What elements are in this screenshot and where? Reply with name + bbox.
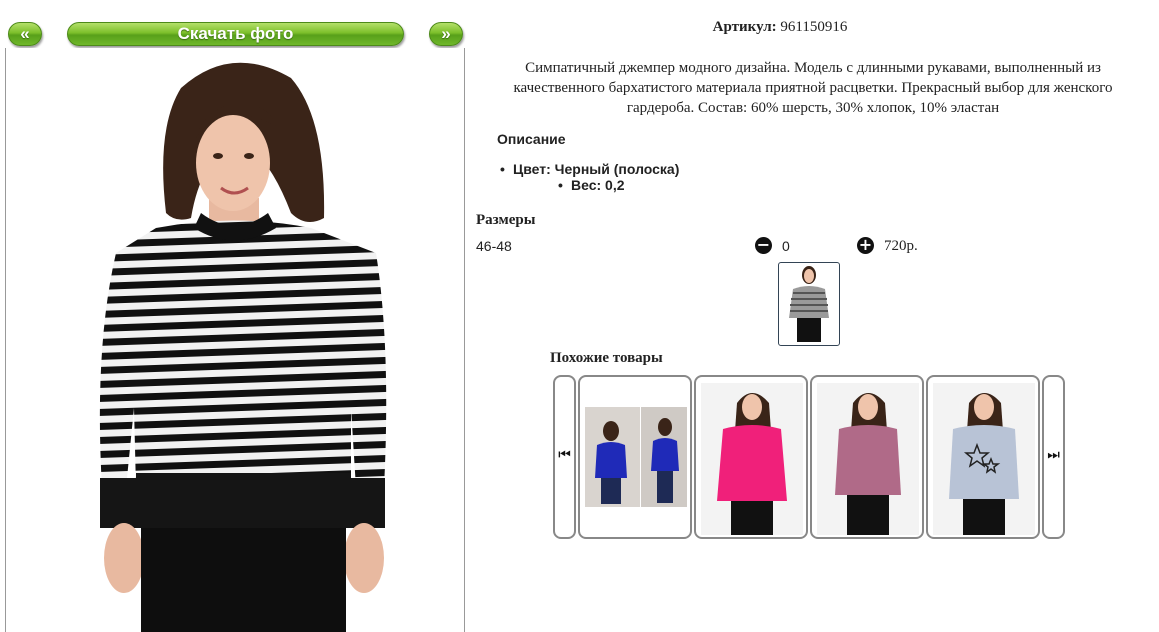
similar-product-card[interactable]: [694, 375, 808, 539]
skip-previous-icon: ⏮: [558, 447, 571, 463]
sizes-heading: Размеры: [476, 212, 536, 228]
similar-product-card[interactable]: [926, 375, 1040, 539]
model-striped-sweater-image: [99, 62, 387, 632]
carousel-next-button[interactable]: ⏭: [1042, 375, 1065, 539]
price-value: 720р.: [884, 238, 918, 254]
product-description: Симпатичный джемпер модного дизайна. Мод…: [513, 60, 1113, 116]
article-value: 961150916: [780, 19, 848, 35]
article-line: Артикул: 961150916: [560, 19, 1000, 36]
minus-icon[interactable]: −: [755, 237, 772, 254]
description-heading: Описание: [497, 131, 566, 147]
similar-product-image: [585, 407, 687, 507]
similar-product-image: [701, 383, 803, 535]
plus-icon[interactable]: +: [857, 237, 874, 254]
color-variant-thumbnail[interactable]: [778, 262, 840, 346]
similar-product-image: [933, 383, 1035, 535]
quantity-value: 0: [782, 238, 790, 254]
next-photo-button[interactable]: »: [429, 22, 463, 46]
thumbnail-image: [789, 266, 829, 342]
color-attribute: Цвет: Черный (полоска): [500, 161, 679, 177]
size-value: 46-48: [476, 238, 512, 254]
carousel-prev-button[interactable]: ⏮: [553, 375, 576, 539]
similar-product-card[interactable]: [578, 375, 692, 539]
similar-product-image: [817, 383, 919, 535]
skip-next-icon: ⏭: [1047, 447, 1060, 463]
similar-product-card[interactable]: [810, 375, 924, 539]
download-photo-button[interactable]: Скачать фото: [67, 22, 404, 46]
similar-products-heading: Похожие товары: [550, 350, 663, 366]
weight-attribute: Вес: 0,2: [558, 177, 624, 193]
main-product-photo: [5, 48, 465, 632]
previous-photo-button[interactable]: «: [8, 22, 42, 46]
article-label: Артикул:: [712, 19, 777, 35]
